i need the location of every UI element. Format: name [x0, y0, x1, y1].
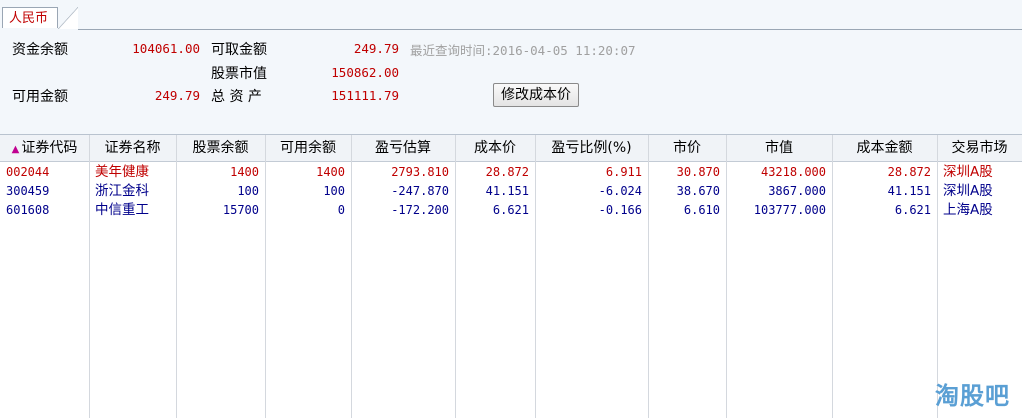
column-header[interactable]: 成本价	[455, 135, 535, 161]
withdrawable-label: 可取金额	[211, 42, 267, 58]
tab-divider	[78, 29, 1022, 30]
column-header[interactable]: 可用余额	[265, 135, 351, 161]
column-header-label: 盈亏比例(%)	[551, 140, 632, 156]
column-divider[interactable]	[89, 135, 90, 418]
table-cell-market-value: 43218.000	[760, 165, 826, 179]
withdrawable-value: 249.79	[353, 41, 399, 56]
column-header[interactable]: 盈亏比例(%)	[535, 135, 648, 161]
tab-corner	[58, 7, 78, 29]
table-cell-market-value: 3867.000	[768, 184, 826, 198]
column-header-label: 股票余额	[192, 140, 249, 156]
table-cell-market-value: 103777.000	[753, 203, 826, 217]
column-divider[interactable]	[535, 135, 536, 418]
table-cell-market: 深圳A股	[943, 164, 993, 180]
column-header-label: 交易市场	[951, 140, 1008, 156]
column-divider[interactable]	[265, 135, 266, 418]
edit-cost-price-button[interactable]: 修改成本价	[493, 83, 579, 107]
column-divider[interactable]	[455, 135, 456, 418]
column-header[interactable]: 市值	[726, 135, 832, 161]
column-header[interactable]: ▲ 证券代码	[0, 135, 89, 161]
table-cell-balance: 15700	[222, 203, 259, 217]
table-cell-pnl-pct: 6.911	[605, 165, 642, 179]
table-cell-name: 中信重工	[95, 202, 149, 218]
column-header-label: 证券代码	[21, 140, 78, 156]
table-cell-cost: 41.151	[485, 184, 529, 198]
column-header[interactable]: 成本金额	[832, 135, 937, 161]
table-cell-price: 6.610	[683, 203, 720, 217]
column-header-label: 盈亏估算	[375, 140, 431, 156]
column-header-label: 市价	[673, 140, 701, 156]
table-cell-pnl: -247.870	[391, 184, 449, 198]
column-divider[interactable]	[648, 135, 649, 418]
column-divider[interactable]	[351, 135, 352, 418]
total-assets-value: 151111.79	[331, 88, 399, 103]
table-cell-pnl-pct: -0.166	[598, 203, 642, 217]
available-value: 249.79	[154, 88, 200, 103]
column-divider[interactable]	[726, 135, 727, 418]
column-header-label: 成本价	[474, 140, 516, 156]
table-cell-cost-amount: 6.621	[894, 203, 931, 217]
fund-balance-value: 104061.00	[132, 41, 200, 56]
table-cell-cost: 28.872	[485, 165, 529, 179]
column-header-label: 证券名称	[104, 140, 161, 156]
table-cell-code: 601608	[6, 203, 50, 217]
table-cell-cost-amount: 41.151	[887, 184, 931, 198]
last-query-time: 最近查询时间:2016-04-05 11:20:07	[410, 43, 636, 58]
column-header[interactable]: 交易市场	[937, 135, 1022, 161]
table-cell-cost: 6.621	[492, 203, 529, 217]
fund-balance-label: 资金余额	[12, 42, 68, 58]
table-cell-price: 38.670	[676, 184, 720, 198]
table-cell-available: 0	[337, 203, 345, 217]
table-cell-pnl-pct: -6.024	[598, 184, 642, 198]
total-assets-label: 总 资 产	[211, 89, 262, 105]
column-header[interactable]: 盈亏估算	[351, 135, 455, 161]
table-cell-available: 100	[323, 184, 345, 198]
column-header[interactable]: 股票余额	[176, 135, 265, 161]
sort-ascending-icon: ▲	[11, 144, 20, 155]
table-cell-market: 深圳A股	[943, 183, 993, 199]
holdings-table: ▲ 证券代码 证券名称 股票余额 可用余额 盈亏估算 成本价 盈亏比例(%) 市价 市值 成本金额交…	[0, 134, 1022, 418]
table-cell-available: 1400	[316, 165, 345, 179]
table-cell-code: 300459	[6, 184, 50, 198]
column-header-label: 成本金额	[856, 140, 913, 156]
table-cell-name: 浙江金科	[95, 183, 149, 199]
column-header-label: 可用余额	[280, 140, 336, 156]
table-cell-market: 上海A股	[943, 202, 993, 218]
column-header[interactable]: 证券名称	[89, 135, 176, 161]
table-cell-pnl: 2793.810	[391, 165, 449, 179]
stock-value-label: 股票市值	[211, 66, 267, 82]
table-cell-price: 30.870	[676, 165, 720, 179]
table-cell-pnl: -172.200	[391, 203, 449, 217]
available-label: 可用金额	[12, 89, 68, 105]
table-cell-cost-amount: 28.872	[887, 165, 931, 179]
table-cell-balance: 100	[237, 184, 259, 198]
column-divider[interactable]	[176, 135, 177, 418]
table-cell-name: 美年健康	[95, 164, 149, 180]
column-header[interactable]: 市价	[648, 135, 726, 161]
column-divider[interactable]	[832, 135, 833, 418]
stock-value-value: 150862.00	[331, 65, 399, 80]
watermark-logo: 淘股吧	[935, 382, 1010, 410]
table-cell-code: 002044	[6, 165, 50, 179]
column-header-label: 市值	[765, 140, 793, 156]
table-cell-balance: 1400	[230, 165, 259, 179]
account-summary-panel: 人民币 资金余额 104061.00 可取金额 249.79 最近查询时间:20…	[0, 0, 1022, 134]
tab-rmb[interactable]: 人民币	[2, 7, 58, 28]
